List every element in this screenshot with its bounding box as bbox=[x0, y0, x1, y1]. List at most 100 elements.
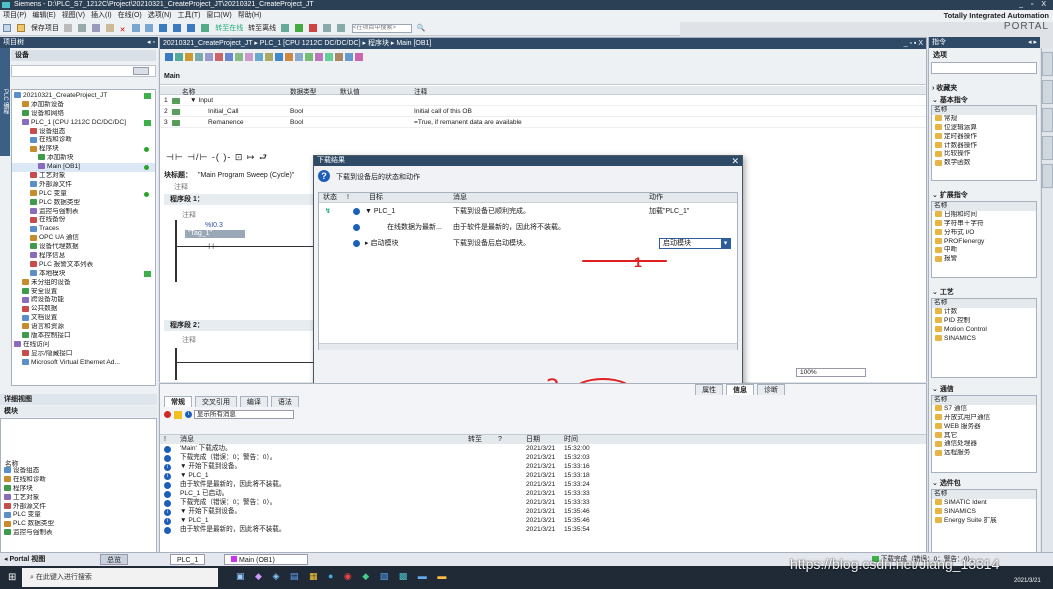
tree-item[interactable]: PLC 变量 bbox=[12, 190, 155, 199]
editor-tool-icon[interactable] bbox=[185, 53, 193, 61]
tree-item[interactable]: 语言和资源 bbox=[12, 323, 155, 332]
editor-tool-icon[interactable] bbox=[195, 53, 203, 61]
tree-item[interactable]: OPC UA 通信 bbox=[12, 234, 155, 243]
instruction-item[interactable]: 开放式用户通信 bbox=[932, 414, 1036, 423]
tree-item[interactable]: 文档设置 bbox=[12, 314, 155, 323]
tree-view-toggle-icon[interactable] bbox=[133, 67, 149, 75]
vtab-libraries[interactable] bbox=[1042, 136, 1053, 160]
instruction-item[interactable]: PID 控制 bbox=[932, 317, 1036, 326]
split-horizontal-icon[interactable] bbox=[322, 24, 331, 33]
tree-item[interactable]: 本地模块 bbox=[12, 270, 155, 279]
tab-syntax[interactable]: 语法 bbox=[270, 396, 299, 407]
download-result-row[interactable]: ↯ ▼ PLC_1 下载到设备已顺利完成。 加载"PLC_1" bbox=[319, 205, 737, 219]
message-row[interactable]: 'Main' 下载成功。 2021/3/21 15:32:00 bbox=[160, 445, 926, 454]
stop-cpu-icon[interactable] bbox=[309, 24, 318, 33]
menu-item-2[interactable]: 视图(V) bbox=[62, 12, 85, 19]
app-icon-2[interactable]: ◈ bbox=[272, 571, 279, 581]
tree-item[interactable]: 显示/隐藏接口 bbox=[12, 350, 155, 359]
instruction-item[interactable]: S7 通信 bbox=[932, 405, 1036, 414]
message-row[interactable]: i ▼ PLC_1 2021/3/21 15:33:18 bbox=[160, 472, 926, 481]
instruction-item[interactable]: 通信处理器 bbox=[932, 440, 1036, 449]
error-filter-icon[interactable] bbox=[164, 411, 171, 418]
detail-view-header[interactable]: 详细视图 bbox=[0, 394, 157, 405]
editor-tool-icon[interactable] bbox=[315, 53, 323, 61]
tree-item[interactable]: 跨设备功能 bbox=[12, 296, 155, 305]
tree-item[interactable]: 设备代理数据 bbox=[12, 243, 155, 252]
vtab-tasks[interactable] bbox=[1042, 108, 1053, 132]
editor-tool-icon[interactable] bbox=[335, 53, 343, 61]
overview-button[interactable]: 总览 bbox=[100, 554, 128, 565]
instruction-item[interactable]: WEB 服务器 bbox=[932, 423, 1036, 432]
menu-item-8[interactable]: 帮助(H) bbox=[238, 12, 262, 19]
editor-tool-icon[interactable] bbox=[285, 53, 293, 61]
warning-filter-icon[interactable] bbox=[173, 410, 182, 419]
menu-item-7[interactable]: 窗口(W) bbox=[206, 12, 231, 19]
portal-view-button[interactable]: ◂ Portal 视图 bbox=[4, 553, 45, 566]
contact-icon[interactable]: ⊣ ⊢ bbox=[203, 242, 219, 251]
ladder-elements-bar[interactable]: ⊣⊢ ⊣/⊢ -( )- ⊡ ↦ ⮐ bbox=[166, 150, 268, 166]
tree-item[interactable]: 监控与强制表 bbox=[12, 208, 155, 217]
instruction-item[interactable]: 远程服务 bbox=[932, 449, 1036, 458]
editor-tool-icon[interactable] bbox=[345, 53, 353, 61]
tree-item[interactable]: PLC 数据类型 bbox=[12, 199, 155, 208]
editor-tool-icon[interactable] bbox=[255, 53, 263, 61]
dialog-close-icon[interactable]: ✕ bbox=[731, 156, 739, 166]
tree-item[interactable]: 在线访问 bbox=[12, 341, 155, 350]
tree-item[interactable]: 设备组态 bbox=[12, 128, 155, 137]
message-filter-select[interactable]: 显示所有消息 bbox=[193, 410, 294, 419]
detail-item[interactable]: PLC 变量 bbox=[1, 511, 156, 520]
task-view-icon[interactable]: ▣ bbox=[236, 571, 245, 581]
tree-item[interactable]: 在线和诊断 bbox=[12, 136, 155, 145]
detail-item[interactable]: PLC 数据类型 bbox=[1, 520, 156, 529]
taskbar-tab-plc1[interactable]: PLC_1 bbox=[170, 554, 206, 565]
editor-tool-icon[interactable] bbox=[235, 53, 243, 61]
info-filter-icon[interactable]: i bbox=[184, 411, 192, 418]
instruction-item[interactable]: 数学函数 bbox=[932, 159, 1036, 168]
devices-tab[interactable]: 设备 bbox=[11, 50, 156, 61]
detail-item[interactable]: 工艺对象 bbox=[1, 494, 156, 503]
app-icon-11[interactable]: ▬ bbox=[437, 571, 446, 581]
instruction-item[interactable]: 比较操作 bbox=[932, 150, 1036, 159]
menu-item-6[interactable]: 工具(T) bbox=[177, 12, 200, 19]
tree-item[interactable]: 程序信息 bbox=[12, 252, 155, 261]
tree-item[interactable]: Traces bbox=[12, 225, 155, 234]
instruction-item[interactable]: 日期和时间 bbox=[932, 211, 1036, 220]
menu-item-4[interactable]: 在线(O) bbox=[118, 12, 142, 19]
compile-icon[interactable] bbox=[159, 24, 168, 33]
menu-item-1[interactable]: 编辑(E) bbox=[32, 12, 55, 19]
window-controls[interactable]: _ ▫ X bbox=[1019, 0, 1049, 10]
tab-diagnostics[interactable]: 诊断 bbox=[757, 384, 785, 395]
breadcrumb[interactable]: 20210321_CreateProject_JT ▸ PLC_1 [CPU 1… bbox=[163, 40, 431, 47]
instruction-item[interactable]: SINAMICS bbox=[932, 335, 1036, 344]
app-icon-5[interactable]: ● bbox=[328, 571, 333, 581]
instruction-item[interactable]: 中断 bbox=[932, 246, 1036, 255]
tab-properties[interactable]: 属性 bbox=[695, 384, 724, 395]
menu-item-3[interactable]: 插入(I) bbox=[91, 12, 112, 19]
instruction-item[interactable]: 字符串＋字符 bbox=[932, 220, 1036, 229]
tab-compile[interactable]: 编译 bbox=[239, 396, 268, 407]
instruction-search-input[interactable] bbox=[931, 62, 1037, 74]
vtab-instructions[interactable] bbox=[1042, 52, 1053, 76]
go-online-button[interactable]: 转至在线 bbox=[215, 22, 243, 36]
instruction-item[interactable]: Motion Control bbox=[932, 326, 1036, 335]
tree-item[interactable]: 在线备份 bbox=[12, 216, 155, 225]
editor-tool-icon[interactable] bbox=[325, 53, 333, 61]
download-icon[interactable] bbox=[173, 24, 182, 33]
tree-item[interactable]: 版本控制接口 bbox=[12, 332, 155, 341]
network-1-header[interactable]: 程序段 1： bbox=[164, 194, 314, 205]
module-tab[interactable]: 模块 bbox=[0, 406, 157, 417]
editor-tool-icon[interactable] bbox=[175, 53, 183, 61]
network-2-rung[interactable] bbox=[175, 348, 315, 380]
message-row[interactable]: i ▼ 开始下载到设备。 2021/3/21 15:35:46 bbox=[160, 508, 926, 517]
detail-item[interactable]: 程序块 bbox=[1, 485, 156, 494]
app-icon-1[interactable]: ◆ bbox=[255, 571, 262, 581]
tree-item[interactable]: 添加新块 bbox=[12, 154, 155, 163]
tab-general[interactable]: 常规 bbox=[164, 396, 192, 407]
editor-tool-icon[interactable] bbox=[295, 53, 303, 61]
tree-item[interactable]: Microsoft Virtual Ethernet Ad... bbox=[12, 359, 155, 368]
split-vertical-icon[interactable] bbox=[336, 24, 345, 33]
instruction-item[interactable]: 报警 bbox=[932, 255, 1036, 264]
taskbar-search[interactable]: ⌕ 在此键入进行搜索 bbox=[22, 568, 218, 587]
upload-icon[interactable] bbox=[187, 24, 196, 33]
tree-item[interactable]: 添加新设备 bbox=[12, 101, 155, 110]
